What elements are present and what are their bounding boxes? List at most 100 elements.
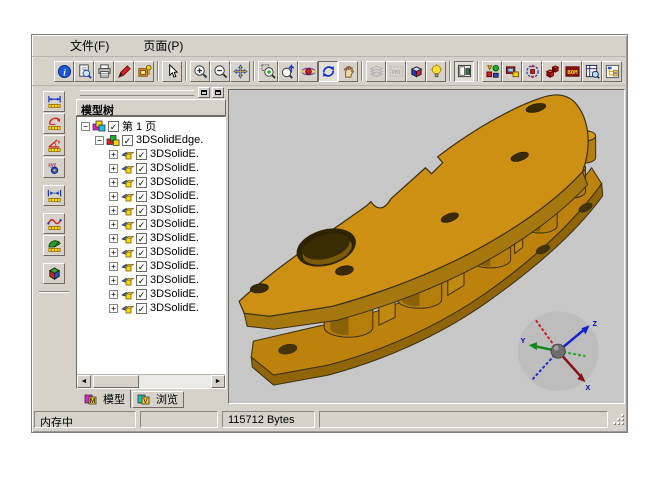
tab-label: 模型 — [103, 391, 125, 407]
expand-icon[interactable]: + — [109, 150, 118, 159]
visibility-checkbox[interactable]: ✓ — [136, 205, 147, 216]
tree-item[interactable]: +✓3DSolidE. — [77, 301, 225, 315]
toolbar-separator — [253, 61, 255, 81]
assembly-tools-button[interactable] — [482, 61, 502, 82]
scroll-left-button[interactable]: ◄ — [77, 375, 91, 388]
visibility-checkbox[interactable]: ✓ — [136, 289, 147, 300]
tree-item[interactable]: +✓3DSolidE. — [77, 217, 225, 231]
svg-text:i: i — [63, 68, 66, 78]
measure-gap-button[interactable] — [43, 185, 65, 206]
tree-item[interactable]: + ✓3DSolidE. — [77, 147, 225, 161]
tree-item[interactable]: −✓第 1 页 — [77, 119, 225, 133]
tree-item[interactable]: +✓3DSolidE. — [77, 231, 225, 245]
print-button[interactable] — [94, 61, 114, 82]
zoom-out-button[interactable] — [210, 61, 230, 82]
print-preview-button[interactable] — [74, 61, 94, 82]
tree-item[interactable]: +✓3DSolidE. — [77, 203, 225, 217]
visibility-checkbox[interactable]: ✓ — [136, 275, 147, 286]
tree-item[interactable]: +✓3DSolidE. — [77, 287, 225, 301]
light-button[interactable] — [426, 61, 446, 82]
visibility-checkbox[interactable]: ✓ — [122, 135, 133, 146]
scroll-track[interactable] — [139, 375, 211, 388]
measure-distance-button[interactable] — [43, 91, 65, 112]
expand-icon[interactable]: + — [109, 248, 118, 257]
measure-curve-button[interactable] — [43, 213, 65, 234]
tab-label: 浏览 — [156, 391, 178, 407]
expand-icon[interactable]: + — [109, 262, 118, 271]
zoom-in-button[interactable] — [190, 61, 210, 82]
zoom-select-button[interactable] — [278, 61, 298, 82]
motion-button[interactable] — [522, 61, 542, 82]
exploded-view-button[interactable] — [542, 61, 562, 82]
pmi-button[interactable]: PMI — [386, 61, 406, 82]
menu-file[interactable]: 文件(F) — [62, 35, 117, 56]
tab-browse[interactable]: V浏览 — [132, 391, 184, 408]
main-area: 0xyz 模型树 −✓第 1 页−✓3DSolidEdge.+✓3DSolidE… — [32, 86, 627, 408]
measure-radius-button[interactable] — [43, 113, 65, 134]
visibility-checkbox[interactable]: ✓ — [136, 233, 147, 244]
expand-icon[interactable]: + — [109, 304, 118, 313]
capture-view-button[interactable] — [502, 61, 522, 82]
expand-icon[interactable]: + — [109, 220, 118, 229]
measure-xyz-button[interactable]: xyz — [43, 157, 65, 178]
export-button[interactable] — [134, 61, 154, 82]
info-button[interactable]: i — [54, 61, 74, 82]
panel-gripper[interactable] — [80, 90, 194, 96]
tree-horizontal-scrollbar[interactable]: ◄ ► — [77, 374, 225, 388]
viewport-3d[interactable]: Z X Y — [228, 89, 625, 404]
select-cursor-button[interactable] — [162, 61, 182, 82]
expand-icon[interactable]: + — [109, 290, 118, 299]
orbit-button[interactable] — [298, 61, 318, 82]
visibility-checkbox[interactable]: ✓ — [108, 121, 119, 132]
expand-icon[interactable]: + — [109, 276, 118, 285]
tab-model[interactable]: M 模型 — [80, 390, 131, 408]
svg-text:M: M — [90, 398, 96, 405]
zoom-window-button[interactable] — [258, 61, 278, 82]
expand-icon[interactable]: + — [109, 192, 118, 201]
parts-list-button[interactable] — [582, 61, 602, 82]
tree-item-label: 3DSolidE. — [150, 148, 199, 160]
measure-volume-button[interactable] — [43, 263, 65, 284]
expand-icon[interactable]: + — [109, 178, 118, 187]
visibility-checkbox[interactable]: ✓ — [136, 191, 147, 202]
expand-icon[interactable]: + — [109, 206, 118, 215]
visibility-checkbox[interactable]: ✓ — [136, 247, 147, 258]
visibility-checkbox[interactable]: ✓ — [136, 163, 147, 174]
measure-angle-button[interactable]: 0 — [43, 135, 65, 156]
collapse-icon[interactable]: − — [81, 122, 90, 131]
visibility-checkbox[interactable]: ✓ — [136, 149, 147, 160]
pan-hand-button[interactable] — [338, 61, 358, 82]
measure-area-button[interactable] — [43, 235, 65, 256]
menu-page[interactable]: 页面(P) — [135, 35, 191, 56]
rotate-view-button[interactable] — [318, 61, 338, 82]
scroll-thumb[interactable] — [93, 375, 139, 388]
expand-icon[interactable]: + — [109, 164, 118, 173]
tree-item[interactable]: +✓3DSolidE. — [77, 259, 225, 273]
view-cube-button[interactable] — [406, 61, 426, 82]
tree-item[interactable]: +✓3DSolidE. — [77, 175, 225, 189]
visibility-checkbox[interactable]: ✓ — [136, 303, 147, 314]
visibility-checkbox[interactable]: ✓ — [136, 219, 147, 230]
status-field-1 — [140, 411, 218, 428]
bom-button[interactable]: BOM — [562, 61, 582, 82]
pan-axes-button[interactable] — [230, 61, 250, 82]
resize-grip[interactable] — [612, 413, 625, 426]
part-icon — [120, 274, 134, 287]
scroll-right-button[interactable]: ► — [211, 375, 225, 388]
layers-button[interactable] — [366, 61, 386, 82]
collapse-icon[interactable]: − — [95, 136, 104, 145]
model-tree: −✓第 1 页−✓3DSolidEdge.+✓3DSolidE.+✓3DSoli… — [76, 116, 226, 389]
visibility-checkbox[interactable]: ✓ — [136, 177, 147, 188]
structure-tree-button[interactable] — [602, 61, 622, 82]
tree-item[interactable]: +✓3DSolidE. — [77, 245, 225, 259]
tree-item[interactable]: −✓3DSolidEdge. — [77, 133, 225, 147]
visibility-checkbox[interactable]: ✓ — [136, 261, 147, 272]
panel-close-button[interactable] — [212, 87, 224, 98]
tree-item[interactable]: +✓3DSolidE. — [77, 189, 225, 203]
expand-icon[interactable]: + — [109, 234, 118, 243]
model-panel-toggle-button[interactable] — [454, 61, 474, 82]
tree-item[interactable]: +✓3DSolidE. — [77, 161, 225, 175]
annotate-pen-button[interactable] — [114, 61, 134, 82]
panel-maximize-button[interactable] — [198, 87, 210, 98]
tree-item[interactable]: +✓3DSolidE. — [77, 273, 225, 287]
